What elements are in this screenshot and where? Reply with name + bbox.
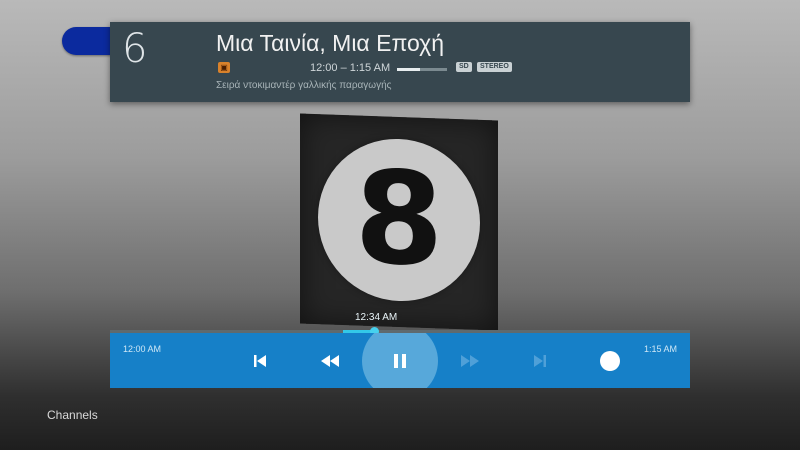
skip-next-icon [534, 354, 546, 367]
fast-forward-icon [461, 354, 479, 367]
rating-icon: ▣ [218, 62, 230, 73]
program-info-card: 6 Μια Ταινία, Μια Εποχή ▣ 12:00 – 1:15 A… [110, 22, 690, 102]
channels-label[interactable]: Channels [47, 408, 98, 422]
pause-button[interactable] [380, 333, 420, 388]
channel-number: 6 [122, 26, 148, 72]
skip-previous-icon [254, 354, 266, 367]
playback-control-bar: 12:00 AM 1:15 AM [110, 333, 690, 388]
rewind-button[interactable] [310, 333, 350, 388]
record-icon [600, 350, 620, 371]
eight-ball-logo: 8 [318, 136, 480, 304]
end-time-label: 1:15 AM [643, 344, 677, 354]
program-progress-fill [397, 68, 420, 71]
fast-forward-button[interactable] [450, 333, 490, 388]
skip-previous-button[interactable] [240, 333, 280, 388]
eight-ball-number: 8 [354, 143, 444, 296]
channel-artwork: 8 [300, 113, 498, 331]
program-progress-bar [397, 68, 447, 71]
program-time-range: 12:00 – 1:15 AM [310, 62, 391, 74]
skip-next-button[interactable] [520, 333, 560, 388]
program-title: Μια Ταινία, Μια Εποχή [216, 30, 445, 56]
pause-icon [394, 353, 406, 368]
sd-badge: SD [456, 62, 472, 72]
current-time-label: 12:34 AM [355, 312, 398, 323]
start-time-label: 12:00 AM [123, 344, 162, 354]
record-button[interactable] [590, 333, 630, 388]
rewind-icon [321, 354, 339, 367]
program-description: Σειρά ντοκιμαντέρ γαλλικής παραγωγής [216, 80, 392, 91]
stereo-badge: STEREO [477, 62, 512, 72]
